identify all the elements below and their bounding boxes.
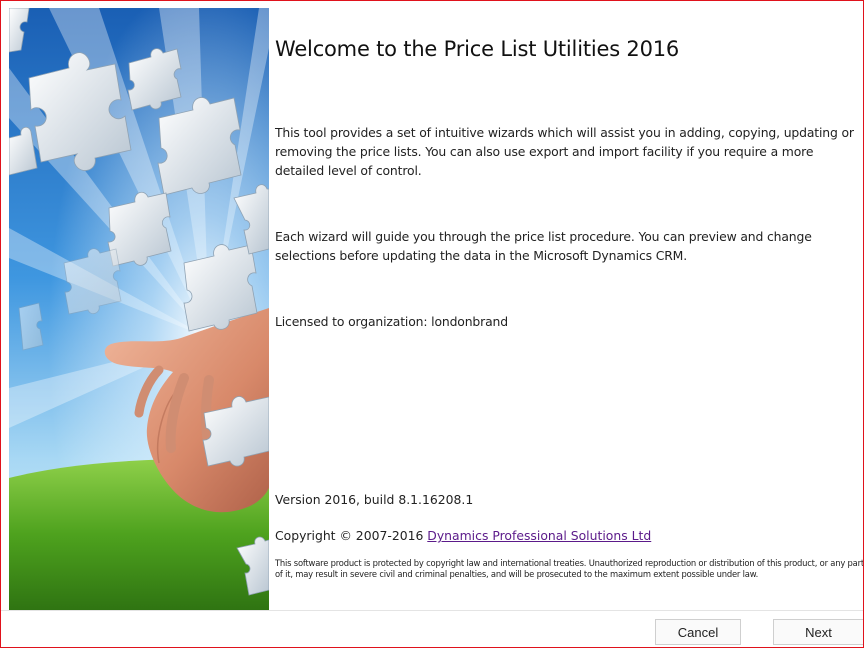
- copyright-prefix: Copyright © 2007-2016: [275, 528, 428, 543]
- wizard-footer: Cancel Next: [1, 610, 863, 647]
- license-text: Licensed to organization: londonbrand: [275, 314, 508, 329]
- cancel-button[interactable]: Cancel: [655, 619, 741, 645]
- welcome-content: Welcome to the Price List Utilities 2016…: [275, 1, 863, 611]
- copyright-text: Copyright © 2007-2016 Dynamics Professio…: [275, 528, 651, 543]
- next-button[interactable]: Next: [773, 619, 863, 645]
- hero-image-puzzle-hand: [9, 8, 269, 610]
- page-title: Welcome to the Price List Utilities 2016: [275, 37, 680, 61]
- intro-text: This tool provides a set of intuitive wi…: [275, 125, 854, 178]
- version-text: Version 2016, build 8.1.16208.1: [275, 492, 474, 507]
- company-link[interactable]: Dynamics Professional Solutions Ltd: [427, 528, 651, 543]
- legal-notice: This software product is protected by co…: [275, 558, 864, 579]
- wizard-window: Welcome to the Price List Utilities 2016…: [0, 0, 864, 648]
- guide-text: Each wizard will guide you through the p…: [275, 229, 812, 263]
